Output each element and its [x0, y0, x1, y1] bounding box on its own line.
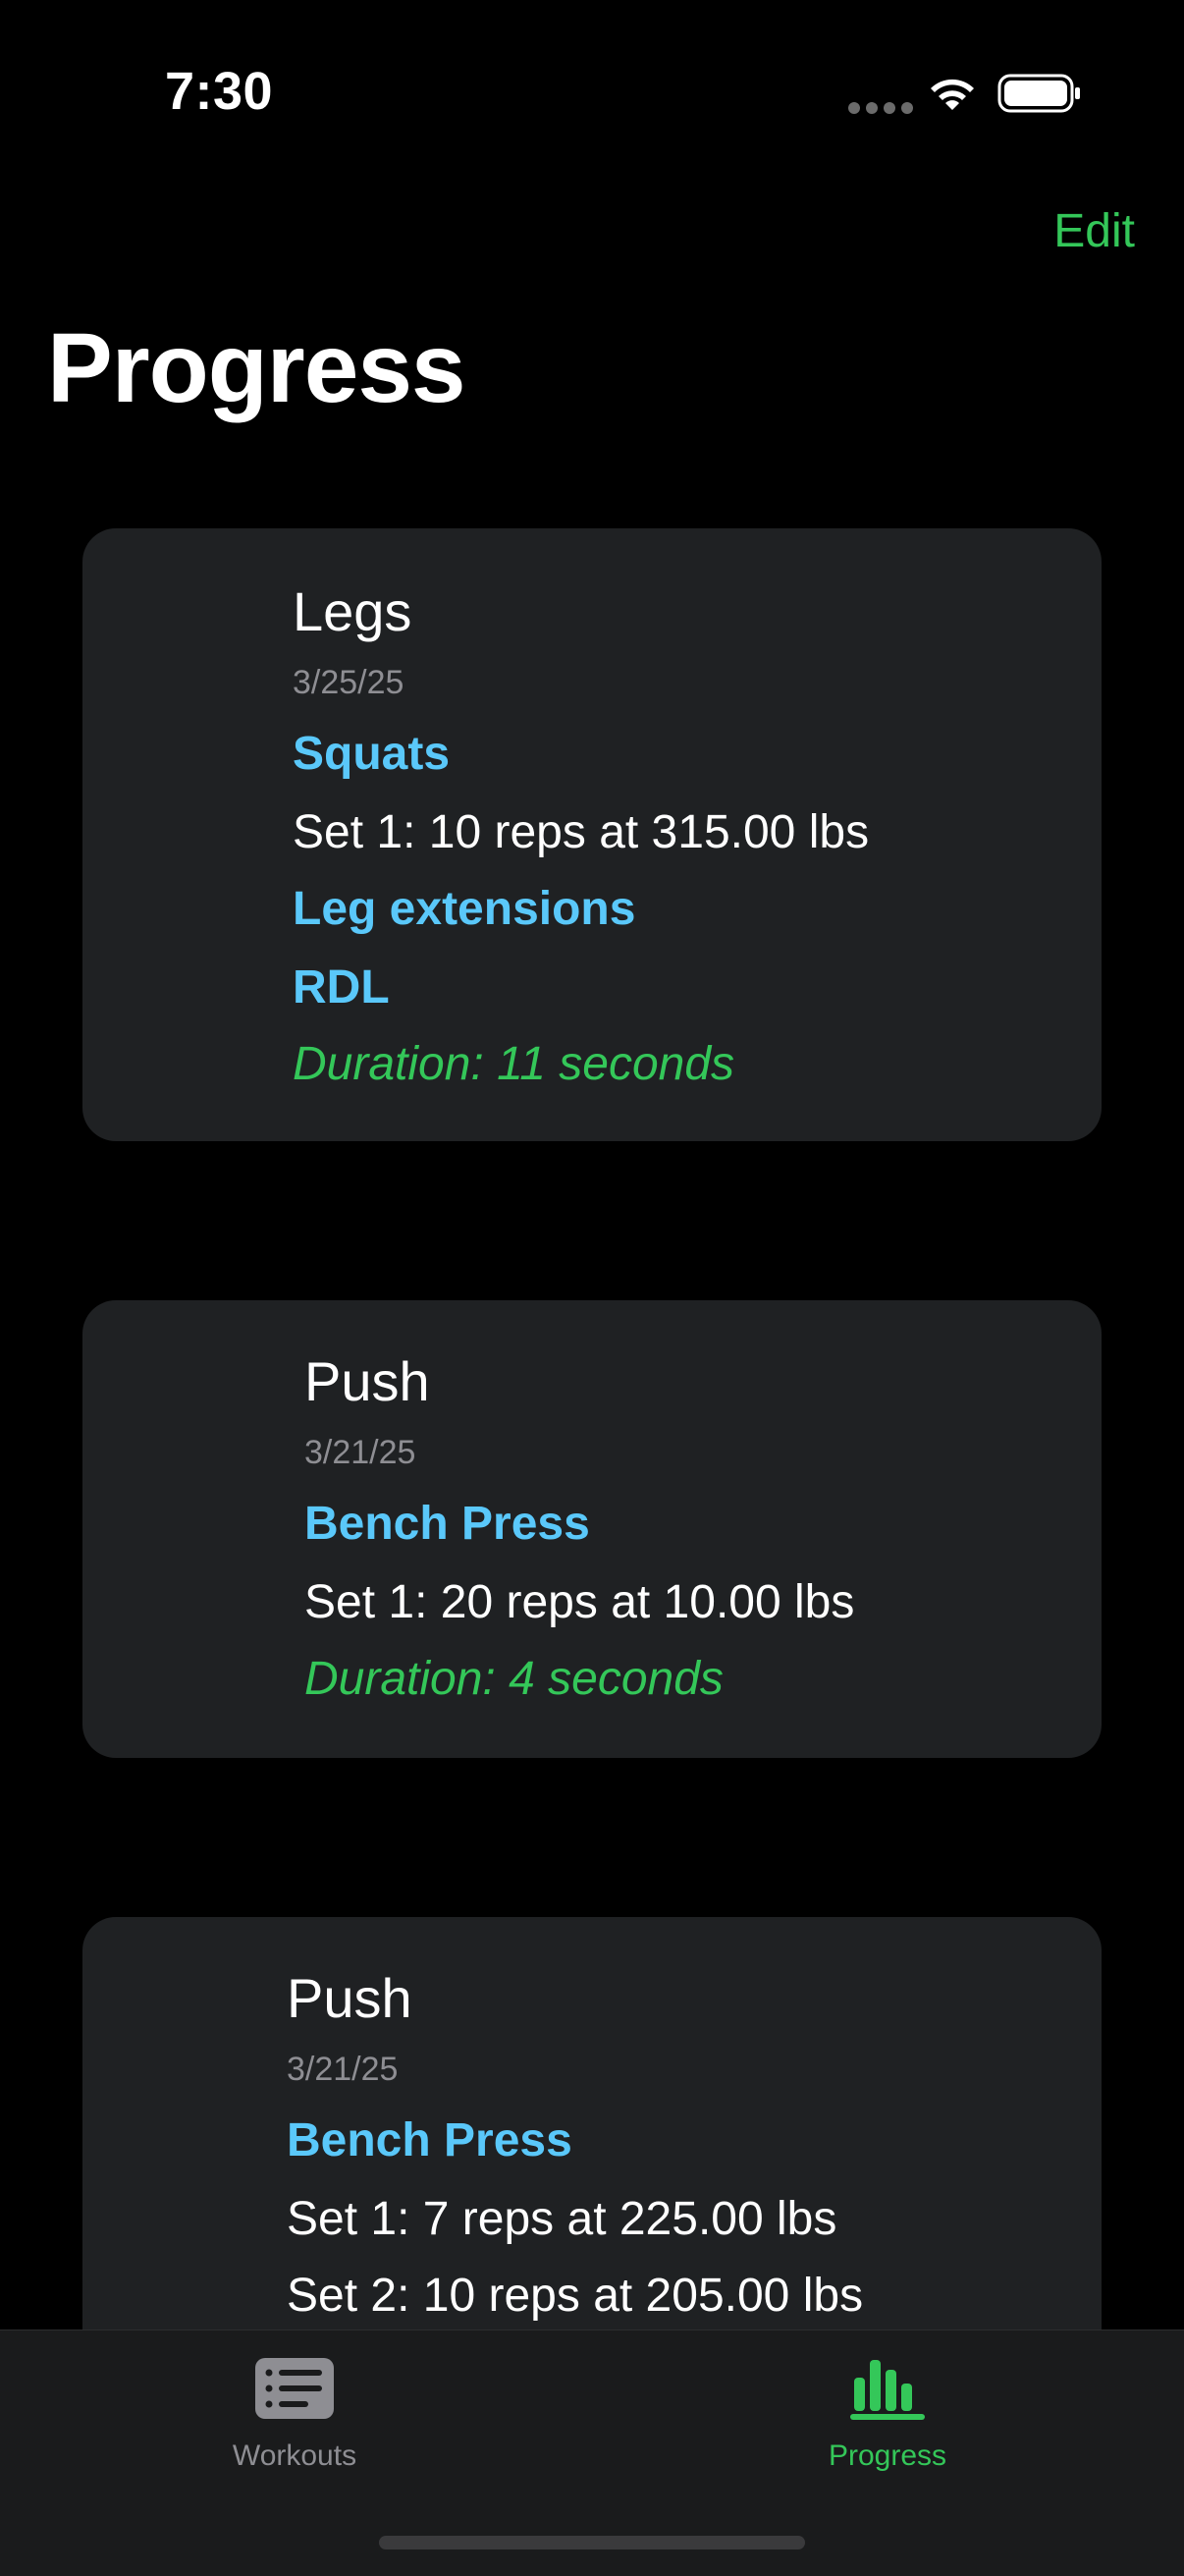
status-bar: 7:30 — [0, 0, 1184, 187]
exercise-name: Bench Press — [287, 2114, 572, 2166]
workout-duration: Duration: 4 seconds — [304, 1653, 724, 1705]
exercise-name: Leg extensions — [293, 883, 636, 935]
list-icon — [255, 2358, 334, 2419]
set-line: Set 1: 20 reps at 10.00 lbs — [304, 1576, 855, 1628]
battery-icon — [997, 74, 1080, 113]
workout-date: 3/21/25 — [304, 1434, 416, 1471]
chart-bar-icon — [850, 2360, 925, 2420]
tab-label: Workouts — [232, 2439, 357, 2472]
workout-date: 3/25/25 — [293, 664, 404, 701]
workout-duration: Duration: 11 seconds — [293, 1038, 735, 1090]
home-indicator[interactable] — [379, 2536, 805, 2549]
edit-button[interactable]: Edit — [1053, 204, 1135, 258]
set-line: Set 1: 7 reps at 225.00 lbs — [287, 2193, 837, 2245]
tab-label: Progress — [828, 2439, 947, 2472]
workout-card[interactable]: Push 3/21/25 Bench Press Set 1: 20 reps … — [82, 1300, 1102, 1758]
page-title: Progress — [47, 313, 466, 423]
tab-workouts[interactable]: Workouts — [147, 2356, 442, 2473]
tab-progress[interactable]: Progress — [740, 2356, 1035, 2473]
set-line: Set 1: 10 reps at 315.00 lbs — [293, 806, 870, 858]
workout-date: 3/21/25 — [287, 2051, 399, 2088]
set-line: Set 2: 10 reps at 205.00 lbs — [287, 2270, 864, 2322]
signal-icon — [848, 102, 913, 114]
wifi-icon — [931, 79, 974, 110]
workout-name: Push — [287, 1967, 412, 2029]
exercise-name: Bench Press — [304, 1498, 590, 1550]
workout-name: Push — [304, 1350, 430, 1412]
workout-name: Legs — [293, 580, 412, 642]
workout-card[interactable]: Legs 3/25/25 Squats Set 1: 10 reps at 31… — [82, 528, 1102, 1141]
status-time: 7:30 — [165, 62, 274, 121]
exercise-name: Squats — [293, 728, 451, 780]
exercise-name: RDL — [293, 961, 390, 1014]
